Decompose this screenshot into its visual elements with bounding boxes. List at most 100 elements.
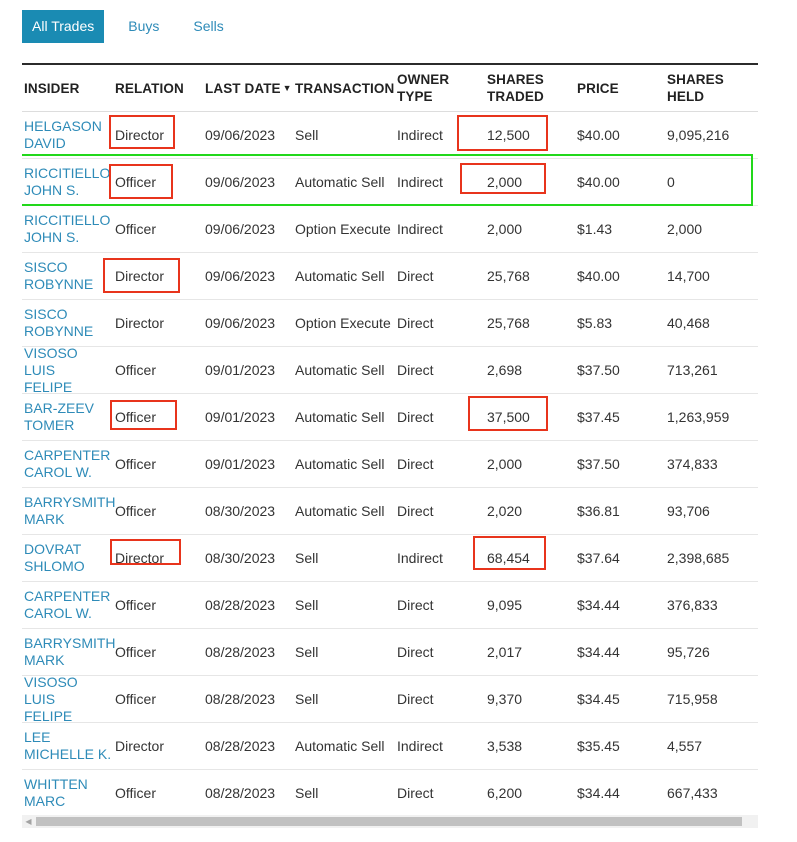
owner-type-cell: Direct (397, 503, 434, 519)
owner-type-cell: Direct (397, 691, 434, 707)
tab-all-trades[interactable]: All Trades (22, 10, 105, 43)
transaction-cell: Automatic Sell (295, 174, 385, 190)
relation-cell: Officer (115, 409, 156, 425)
transaction-cell: Sell (295, 691, 319, 707)
shares-traded-cell: 2,017 (487, 644, 523, 660)
header-insider[interactable]: INSIDER (24, 65, 112, 111)
insider-name[interactable]: HELGASON DAVID (24, 112, 112, 158)
table-row: SISCO ROBYNNE Director 09/06/2023 Automatic … (22, 253, 758, 300)
table-header-row: INSIDER RELATION LAST DATE ▼ TRANSACTION … (22, 65, 758, 112)
relation-cell: Director (115, 268, 165, 284)
insider-name[interactable]: DOVRAT SHLOMO (24, 535, 112, 581)
last-date-cell: 09/06/2023 (205, 174, 276, 190)
trade-filter-tabs: All Trades Buys Sells (22, 10, 234, 43)
owner-type-cell: Indirect (397, 221, 443, 237)
last-date-cell: 09/01/2023 (205, 409, 276, 425)
insider-name[interactable]: BARRYSMITH MARK (24, 629, 116, 675)
transaction-cell: Automatic Sell (295, 268, 385, 284)
horizontal-scrollbar[interactable]: ◀ (22, 815, 758, 828)
relation-cell: Officer (115, 456, 156, 472)
insider-name[interactable]: RICCITIELLO JOHN S. (24, 206, 112, 252)
table-row: LEE MICHELLE K. Director 08/28/2023 Automati… (22, 723, 758, 770)
header-shares-held[interactable]: SHARES HELD (667, 65, 757, 111)
price-cell: $34.44 (577, 597, 620, 613)
shares-held-cell: 1,263,959 (667, 409, 730, 425)
header-transaction[interactable]: TRANSACTION (295, 65, 397, 111)
owner-type-cell: Direct (397, 268, 434, 284)
shares-traded-cell: 2,020 (487, 503, 523, 519)
last-date-cell: 08/28/2023 (205, 738, 276, 754)
last-date-cell: 08/28/2023 (205, 597, 276, 613)
tab-buys[interactable]: Buys (118, 10, 169, 43)
shares-held-cell: 376,833 (667, 597, 718, 613)
price-cell: $37.64 (577, 550, 620, 566)
shares-traded-cell: 68,454 (487, 550, 530, 566)
insider-name[interactable]: LEE MICHELLE K. (24, 723, 112, 769)
table-row: CARPENTER CAROL W. Officer 08/28/2023 Sell Di… (22, 582, 758, 629)
price-cell: $37.45 (577, 409, 620, 425)
table-row: BARRYSMITH MARK Officer 08/28/2023 Sell Direc… (22, 629, 758, 676)
transaction-cell: Sell (295, 785, 319, 801)
owner-type-cell: Direct (397, 597, 434, 613)
relation-cell: Director (115, 315, 165, 331)
transaction-cell: Automatic Sell (295, 456, 385, 472)
chevron-left-icon[interactable]: ◀ (22, 815, 35, 828)
table-row: VISOSO LUIS FELIPE Officer 08/28/2023 Sell Di… (22, 674, 758, 724)
header-relation[interactable]: RELATION (115, 65, 203, 111)
shares-traded-cell: 9,095 (487, 597, 523, 613)
transaction-cell: Automatic Sell (295, 362, 385, 378)
shares-held-cell: 715,958 (667, 691, 718, 707)
header-shares-traded[interactable]: SHARES TRADED (487, 65, 575, 111)
last-date-cell: 08/30/2023 (205, 550, 276, 566)
price-cell: $40.00 (577, 174, 620, 190)
insider-name[interactable]: CARPENTER CAROL W. (24, 582, 112, 628)
insider-name[interactable]: WHITTEN MARC (24, 770, 112, 815)
insider-name[interactable]: SISCO ROBYNNE (24, 253, 112, 299)
last-date-cell: 08/28/2023 (205, 785, 276, 801)
shares-traded-cell: 3,538 (487, 738, 523, 754)
insider-name[interactable]: CARPENTER CAROL W. (24, 441, 112, 487)
relation-cell: Officer (115, 503, 156, 519)
insider-name[interactable]: BARRYSMITH MARK (24, 488, 116, 534)
tab-sells[interactable]: Sells (183, 10, 233, 43)
last-date-cell: 09/06/2023 (205, 127, 276, 143)
last-date-cell: 09/06/2023 (205, 221, 276, 237)
last-date-cell: 08/28/2023 (205, 691, 276, 707)
last-date-cell: 09/06/2023 (205, 315, 276, 331)
price-cell: $40.00 (577, 268, 620, 284)
table-row: DOVRAT SHLOMO Director 08/30/2023 Sell Indire… (22, 535, 758, 582)
last-date-cell: 08/30/2023 (205, 503, 276, 519)
insider-name[interactable]: BAR-ZEEV TOMER (24, 394, 112, 440)
insider-name[interactable]: VISOSO LUIS FELIPE (24, 674, 112, 724)
price-cell: $37.50 (577, 362, 620, 378)
insider-name[interactable]: VISOSO LUIS FELIPE (24, 345, 112, 395)
shares-held-cell: 9,095,216 (667, 127, 730, 143)
price-cell: $1.43 (577, 221, 613, 237)
header-owner-type[interactable]: OWNER TYPE (397, 65, 485, 111)
relation-cell: Officer (115, 221, 156, 237)
shares-held-cell: 0 (667, 174, 675, 190)
shares-traded-cell: 25,768 (487, 315, 530, 331)
owner-type-cell: Direct (397, 315, 434, 331)
table-row: VISOSO LUIS FELIPE Officer 09/01/2023 Automa… (22, 345, 758, 395)
price-cell: $35.45 (577, 738, 620, 754)
price-cell: $37.50 (577, 456, 620, 472)
header-price[interactable]: PRICE (577, 65, 665, 111)
shares-held-cell: 667,433 (667, 785, 718, 801)
relation-cell: Officer (115, 597, 156, 613)
table-row: RICCITIELLO JOHN S. Officer 09/06/2023 Autom… (22, 159, 758, 206)
relation-cell: Director (115, 127, 165, 143)
relation-cell: Director (115, 738, 165, 754)
shares-held-cell: 2,000 (667, 221, 703, 237)
shares-held-cell: 713,261 (667, 362, 718, 378)
shares-held-cell: 14,700 (667, 268, 710, 284)
insider-name[interactable]: SISCO ROBYNNE (24, 300, 112, 346)
table-row: CARPENTER CAROL W. Officer 09/01/2023 Automa… (22, 441, 758, 488)
header-last-date[interactable]: LAST DATE ▼ (205, 65, 295, 111)
sort-descending-icon: ▼ (282, 82, 292, 93)
shares-traded-cell: 2,000 (487, 221, 523, 237)
scrollbar-thumb[interactable] (36, 817, 742, 826)
owner-type-cell: Direct (397, 785, 434, 801)
last-date-cell: 09/01/2023 (205, 362, 276, 378)
insider-name[interactable]: RICCITIELLO JOHN S. (24, 159, 112, 205)
